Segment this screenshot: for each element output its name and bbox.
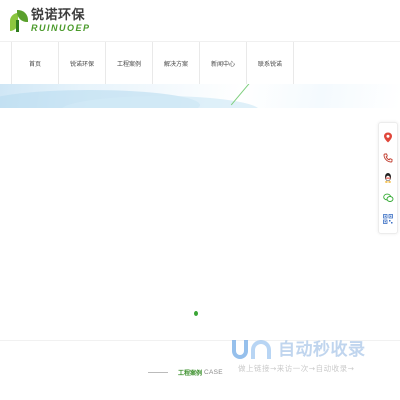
- leaf-logo-icon: [10, 10, 28, 32]
- hero-slider: [0, 108, 400, 340]
- watermark-title: 自动秒收录: [278, 339, 366, 360]
- qq-icon: [385, 173, 391, 184]
- section-heading-cases: 工程案例 CASE: [148, 368, 223, 377]
- nav-item-label: 锐诺环保: [69, 60, 94, 68]
- brand-name-en: RUINUOEP: [31, 23, 91, 33]
- nav-item-cases[interactable]: 工程案例: [106, 42, 153, 84]
- nav-item-solutions[interactable]: 解决方案: [153, 42, 200, 84]
- watermark: 自动秒收录 做上链接→来访一次→自动收录→: [230, 339, 390, 379]
- section-title-en: CASE: [204, 369, 223, 376]
- header: 锐诺环保 RUINUOEP: [0, 0, 400, 42]
- wechat-button[interactable]: [381, 191, 395, 205]
- nav-item-about[interactable]: 锐诺环保: [59, 42, 106, 84]
- logo-text: 锐诺环保 RUINUOEP: [31, 9, 91, 33]
- nav-item-label: 新闻中心: [210, 60, 235, 68]
- nav-item-label: 联系锐诺: [257, 60, 282, 68]
- qq-button[interactable]: [381, 171, 395, 185]
- brand-name-cn: 锐诺环保: [31, 8, 86, 23]
- brand-logo[interactable]: 锐诺环保 RUINUOEP: [10, 9, 91, 33]
- section-heading-line: [148, 372, 168, 373]
- nav-item-label: 解决方案: [163, 60, 188, 68]
- section-title-cn: 工程案例: [178, 370, 203, 377]
- floating-contact-bar: [378, 122, 398, 234]
- phone-icon: [383, 153, 393, 163]
- nav-item-contact[interactable]: 联系锐诺: [247, 42, 294, 84]
- qr-code-icon: [383, 213, 393, 224]
- nav-item-news[interactable]: 新闻中心: [200, 42, 247, 84]
- main-nav: 首页 锐诺环保 工程案例 解决方案 新闻中心 联系锐诺: [11, 42, 294, 84]
- location-pin-icon: [384, 132, 392, 143]
- nav-item-home[interactable]: 首页: [12, 42, 59, 84]
- watermark-subtitle: 做上链接→来访一次→自动收录→: [238, 364, 355, 373]
- slider-dot-active[interactable]: [194, 311, 198, 316]
- location-button[interactable]: [381, 130, 395, 144]
- watermark-logo-icon: [230, 339, 276, 361]
- wechat-icon: [382, 194, 393, 203]
- phone-button[interactable]: [381, 151, 395, 165]
- nav-item-label: 工程案例: [116, 60, 141, 68]
- banner-image: [0, 84, 400, 108]
- qr-code-button[interactable]: [381, 212, 395, 226]
- nav-item-label: 首页: [28, 60, 41, 68]
